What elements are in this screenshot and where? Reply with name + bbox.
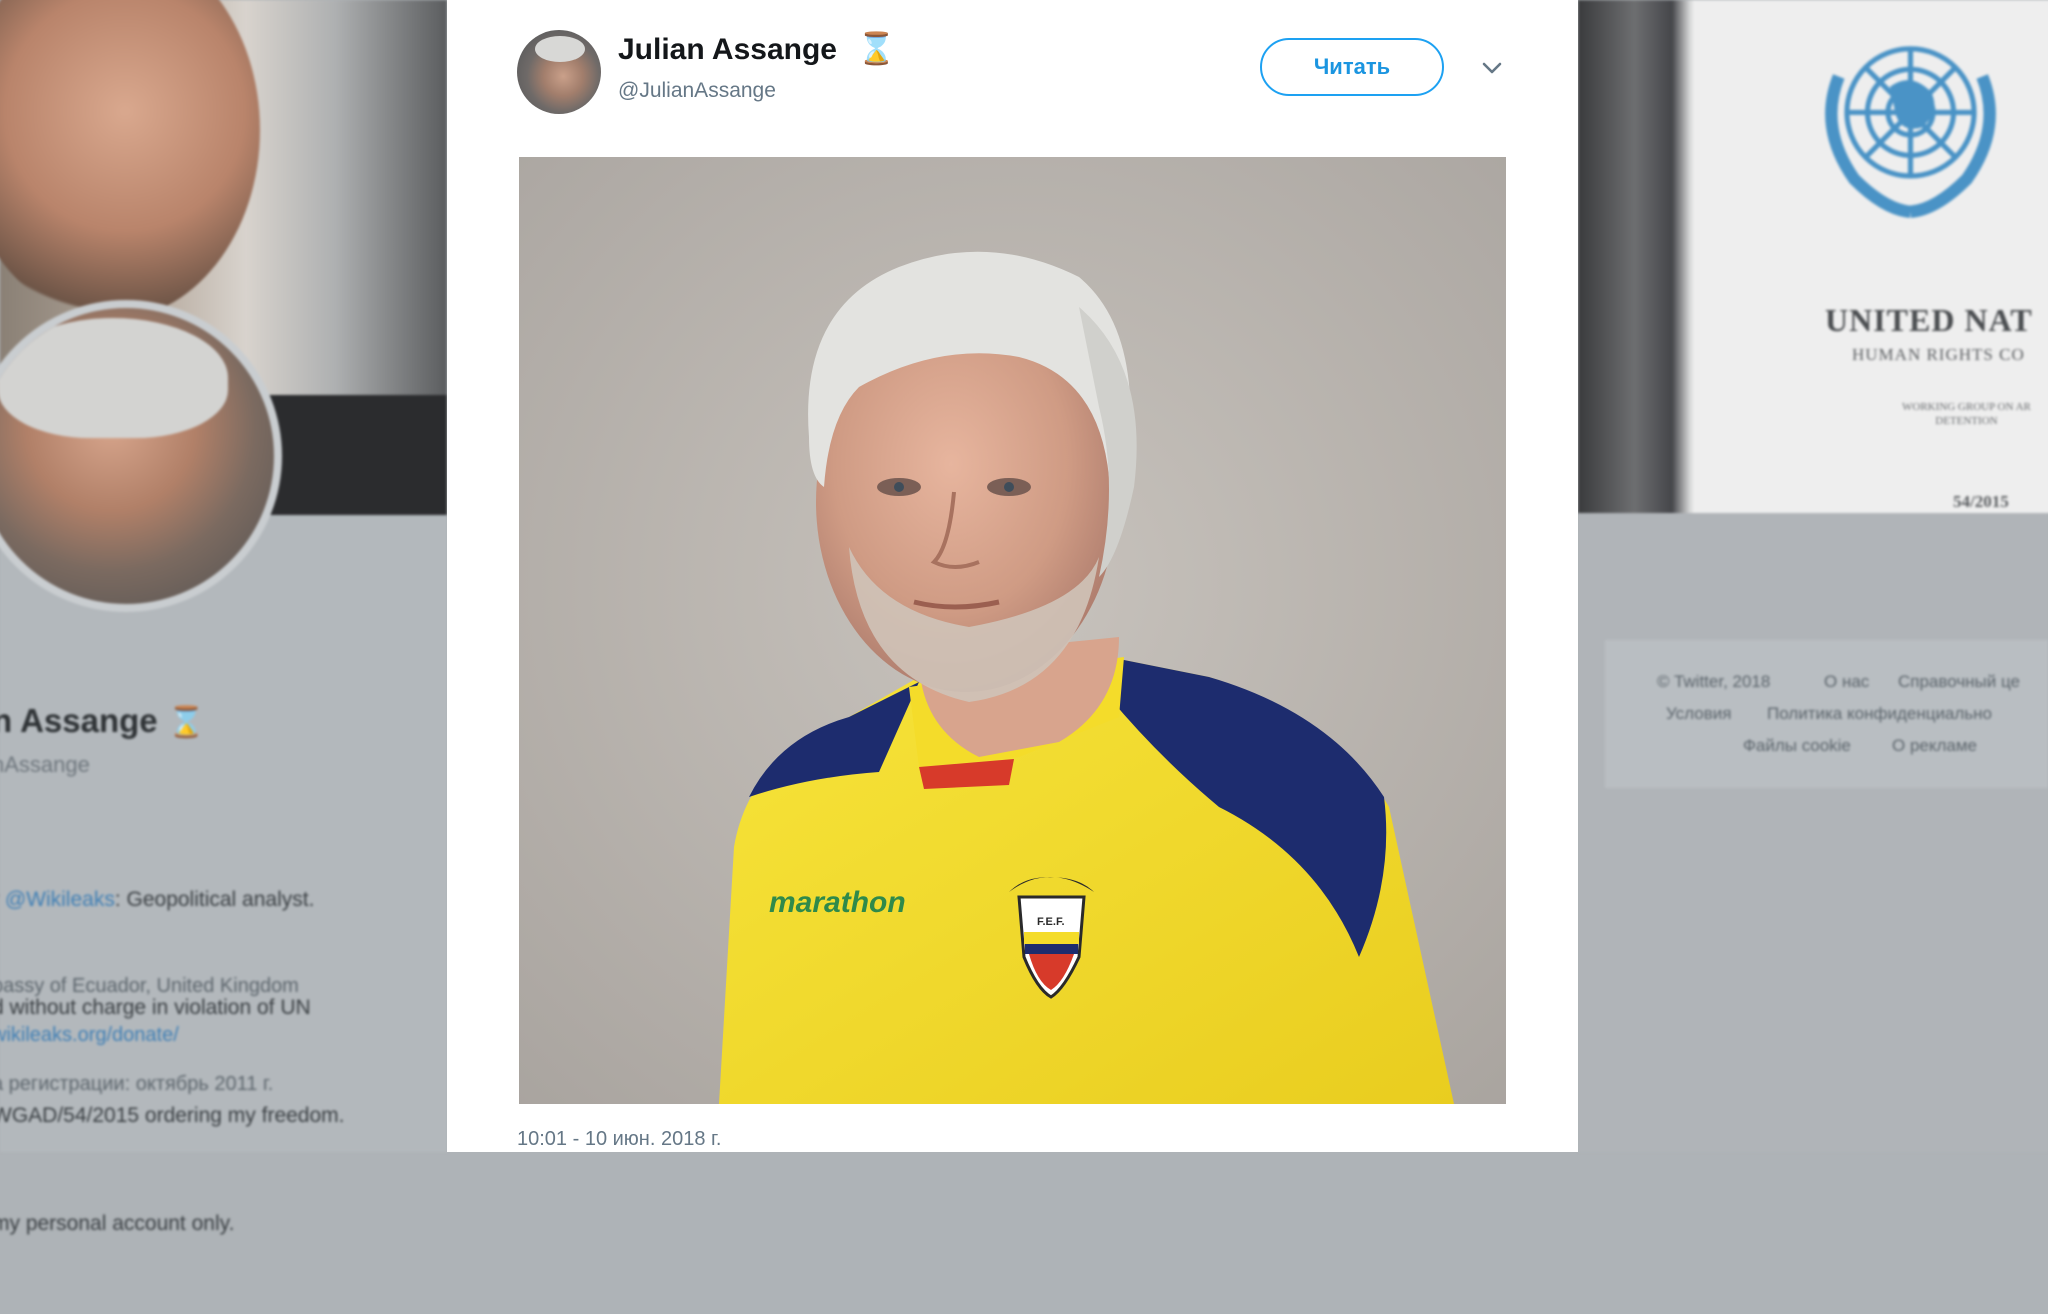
profile-name-text: n Assange — [0, 702, 158, 739]
author-handle[interactable]: @JulianAssange — [618, 79, 776, 103]
un-document-small-text: WORKING GROUP ON AR DETENTION — [1902, 401, 2031, 427]
footer-link-terms[interactable]: Условия — [1666, 704, 1731, 724]
profile-location: bassy of Ecuador, United Kingdom — [0, 975, 299, 997]
hourglass-icon: ⌛ — [857, 31, 896, 66]
author-display-name[interactable]: Julian Assange — [618, 33, 837, 67]
wikileaks-link[interactable]: @Wikileaks — [5, 888, 115, 911]
un-document-title: UNITED NAT — [1825, 302, 2033, 338]
portrait-image: marathon F.E.F. — [519, 157, 1506, 1104]
footer-link-help[interactable]: Справочный це — [1898, 672, 2020, 692]
jersey-brand-text: marathon — [769, 886, 906, 919]
footer-link-privacy[interactable]: Политика конфиденциально — [1767, 704, 1992, 724]
hourglass-icon: ⌛ — [167, 706, 206, 739]
un-document-code: 54/2015 — [1953, 492, 2009, 511]
author-avatar[interactable] — [517, 30, 601, 114]
profile-handle: nAssange — [0, 752, 90, 777]
tweet-card: Julian Assange ⌛ @JulianAssange Читать m… — [447, 0, 1578, 1152]
tweet-timestamp[interactable]: 10:01 - 10 июн. 2018 г. — [517, 1128, 721, 1151]
follow-button[interactable]: Читать — [1260, 38, 1444, 96]
tweet-photo[interactable]: marathon F.E.F. — [519, 157, 1506, 1104]
profile-name: n Assange ⌛ — [0, 702, 205, 740]
footer-link-cookies[interactable]: Файлы cookie — [1743, 736, 1851, 756]
profile-bio: r @Wikileaks: Geopolitical analyst. d wi… — [0, 810, 345, 1314]
profile-website-link[interactable]: wikileaks.org/donate/ — [0, 1024, 179, 1047]
bio-line: r @Wikileaks: Geopolitical analyst. — [4, 888, 315, 911]
footer-link-ads[interactable]: О рекламе — [1892, 736, 1977, 756]
profile-joined-date: а регистрации: октябрь 2011 г. — [0, 1073, 274, 1095]
crest-text: F.E.F. — [1037, 916, 1065, 928]
un-emblem-icon — [1825, 46, 1996, 218]
chevron-down-icon[interactable] — [1480, 56, 1504, 80]
bio-line: WGAD/54/2015 ordering my freedom. — [0, 1104, 345, 1127]
un-document-subtitle: HUMAN RIGHTS CO — [1852, 345, 2025, 364]
footer-link-about[interactable]: О нас — [1824, 672, 1869, 692]
footer-copyright: © Twitter, 2018 — [1657, 672, 1771, 691]
bio-line: my personal account only. — [0, 1212, 235, 1235]
